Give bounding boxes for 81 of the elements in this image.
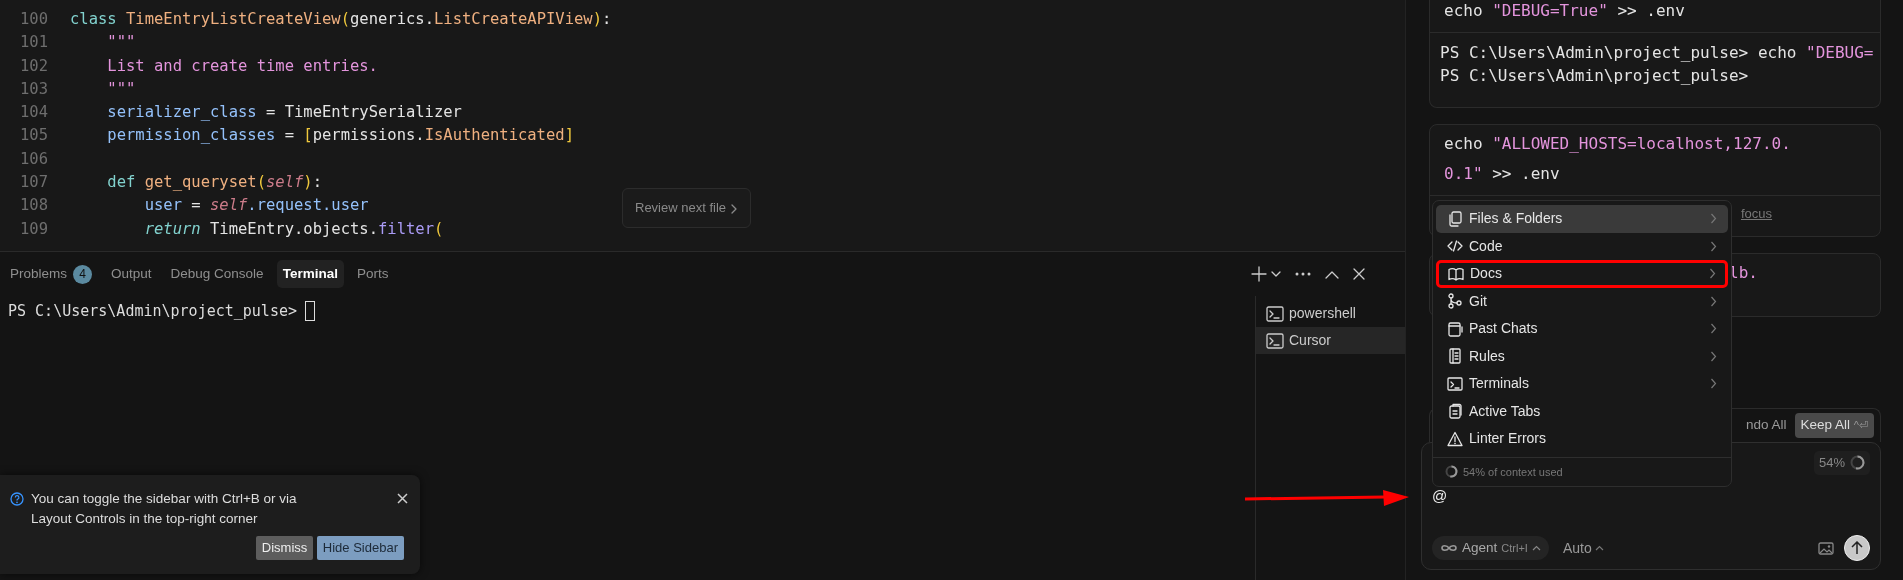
plus-icon[interactable] bbox=[1251, 266, 1267, 282]
terminal-icon bbox=[1266, 305, 1284, 322]
menu-item[interactable]: Terminals bbox=[1436, 370, 1728, 398]
code-line: def get_queryset(self): bbox=[106, 172, 322, 194]
focus-link[interactable]: focus bbox=[1741, 206, 1773, 221]
panel-tab[interactable]: Problems 4 bbox=[4, 259, 99, 289]
line-number: 108 bbox=[19, 195, 49, 217]
code-line: List and create time entries. bbox=[106, 55, 378, 77]
image-icon[interactable] bbox=[1818, 541, 1834, 555]
line-number: 106 bbox=[19, 148, 49, 170]
code-line: user = self.request.user bbox=[143, 195, 369, 217]
model-selector[interactable]: Auto bbox=[1562, 537, 1605, 559]
send-button[interactable] bbox=[1844, 535, 1870, 561]
menu-item[interactable]: Linter Errors bbox=[1436, 425, 1728, 453]
branch-icon bbox=[1447, 293, 1463, 310]
code-line: """ bbox=[106, 32, 136, 54]
close-icon[interactable] bbox=[397, 493, 408, 504]
files-icon bbox=[1447, 210, 1463, 227]
chat-input-field[interactable]: @ bbox=[1432, 484, 1870, 507]
line-number: 102 bbox=[19, 55, 49, 77]
terminal-prompt: PS C:\Users\Admin\project_pulse> bbox=[8, 301, 297, 322]
ring-icon bbox=[1850, 455, 1865, 471]
line-number: 105 bbox=[19, 125, 49, 147]
copy-icon bbox=[1447, 403, 1463, 420]
terminal-output-line: PS C:\Users\Admin\project_pulse> bbox=[1440, 65, 1750, 87]
line-number: 109 bbox=[19, 218, 49, 240]
code-line: class TimeEntryListCreateView(generics.ListCreateAPIView): bbox=[70, 9, 612, 30]
context-usage-text: 54% of context used bbox=[1463, 464, 1563, 480]
menu-item[interactable]: Past Chats bbox=[1436, 315, 1728, 343]
count-badge: 4 bbox=[73, 264, 93, 284]
ring-icon bbox=[1445, 465, 1458, 479]
code-icon bbox=[1447, 238, 1463, 255]
info-icon bbox=[10, 492, 24, 506]
keep-all-button[interactable]: Keep All ^⏎ bbox=[1794, 413, 1874, 438]
chevron-up-icon bbox=[1595, 545, 1605, 551]
line-number: 104 bbox=[19, 102, 49, 124]
warning-icon bbox=[1447, 430, 1463, 447]
code-line: permission_classes = [permissions.IsAuthenticated] bbox=[106, 125, 574, 147]
agent-mode-button[interactable]: Agent Ctrl+I bbox=[1432, 535, 1549, 561]
arrow-up-icon bbox=[1851, 541, 1863, 555]
chevron-up-icon bbox=[1531, 545, 1541, 551]
panel-tab[interactable]: Debug Console bbox=[164, 259, 270, 289]
notification-message: You can toggle the sidebar with Ctrl+B or via Layout Controls in the top-right corner bbox=[31, 490, 298, 528]
command-text: lb. bbox=[1729, 261, 1758, 284]
code-line: return TimeEntry.objects.filter( bbox=[143, 218, 444, 240]
command-text: echo "DEBUG=True" >> .env bbox=[1444, 0, 1685, 22]
line-number: 103 bbox=[19, 78, 49, 100]
menu-item[interactable]: Files & Folders bbox=[1436, 205, 1728, 233]
line-number: 101 bbox=[19, 32, 49, 54]
terminal-list-item[interactable]: powershell bbox=[1256, 300, 1405, 327]
undo-all-label: ndo All bbox=[1746, 416, 1787, 435]
command-text: echo "ALLOWED_HOSTS=localhost,127.0.0.1" >> .env bbox=[1444, 133, 1792, 185]
dismiss-button[interactable]: Dismiss bbox=[255, 536, 314, 560]
menu-item[interactable]: Rules bbox=[1436, 342, 1728, 370]
close-icon[interactable] bbox=[1353, 268, 1365, 280]
chevron-down-icon[interactable] bbox=[1271, 270, 1281, 278]
context-usage-badge: 54% bbox=[1813, 451, 1870, 475]
terminal-list-item[interactable]: Cursor bbox=[1256, 327, 1405, 354]
panel-tab[interactable]: Ports bbox=[350, 259, 395, 289]
line-number: 100 bbox=[19, 9, 49, 30]
chevron-right-icon bbox=[729, 203, 738, 214]
more-icon[interactable] bbox=[1295, 272, 1311, 276]
menu-item[interactable]: Docs bbox=[1436, 260, 1728, 288]
text-cursor bbox=[305, 301, 315, 321]
menu-item[interactable]: Code bbox=[1436, 232, 1728, 260]
hide-sidebar-button[interactable]: Hide Sidebar bbox=[316, 536, 404, 560]
terminal-icon bbox=[1447, 375, 1463, 392]
infinity-icon bbox=[1440, 543, 1458, 553]
menu-item[interactable]: Git bbox=[1436, 287, 1728, 315]
panel-tab[interactable]: Terminal bbox=[276, 259, 344, 289]
document-icon bbox=[1447, 348, 1463, 365]
panel-tab[interactable]: Output bbox=[105, 259, 158, 289]
review-next-file-button[interactable]: Review next file bbox=[622, 188, 751, 228]
line-number: 107 bbox=[19, 172, 49, 194]
notebook-icon bbox=[1447, 320, 1463, 337]
menu-item[interactable]: Active Tabs bbox=[1436, 397, 1728, 425]
chevron-up-icon[interactable] bbox=[1325, 269, 1339, 279]
code-line: """ bbox=[106, 78, 136, 100]
book-icon bbox=[1448, 265, 1464, 282]
terminal-icon bbox=[1266, 332, 1284, 349]
code-line: serializer_class = TimeEntrySerializer bbox=[106, 102, 462, 124]
